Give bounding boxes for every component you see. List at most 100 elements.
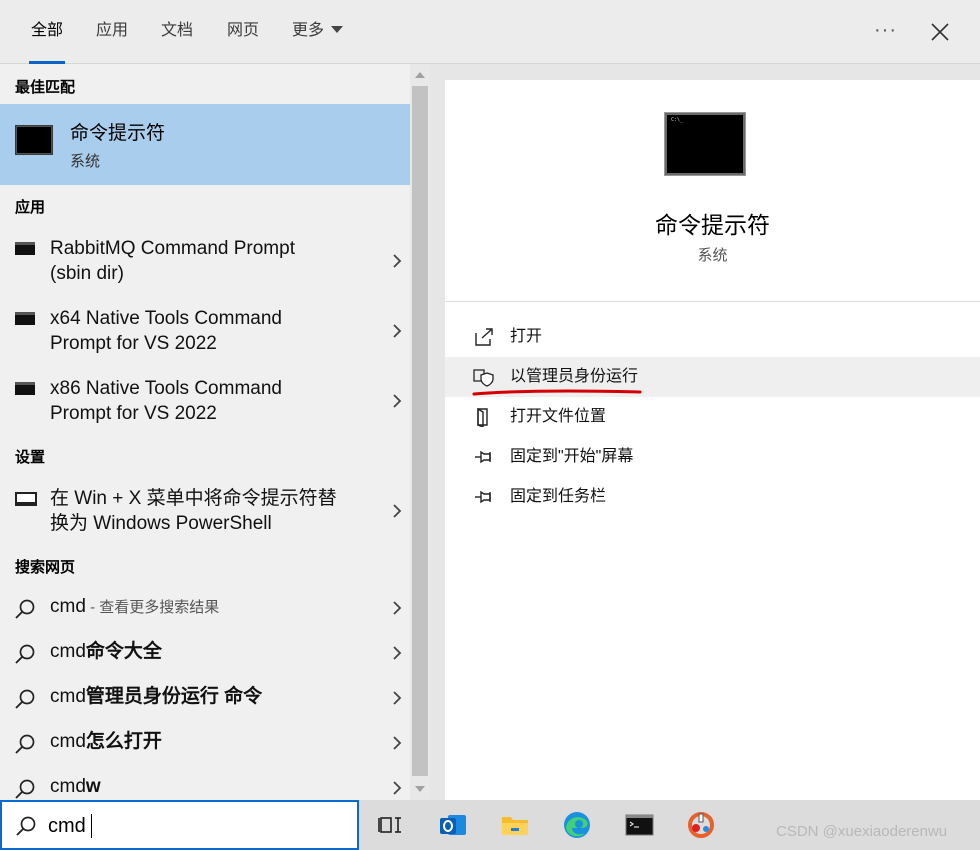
watermark-text: CSDN @xuexiaoderenwu	[776, 823, 948, 840]
chevron-right-icon[interactable]	[390, 322, 404, 340]
tab-web[interactable]: 网页	[227, 0, 259, 64]
action-open-file-location[interactable]: 打开文件位置	[445, 397, 980, 437]
close-icon[interactable]	[926, 18, 954, 46]
action-pin-to-taskbar[interactable]: 固定到任务栏	[445, 477, 980, 517]
app-item-label: x64 Native Tools Command Prompt for VS 2…	[50, 306, 350, 356]
web-result-text: cmd命令大全	[50, 639, 162, 665]
search-icon	[16, 816, 36, 836]
search-icon	[15, 599, 35, 619]
web-result-bold: 管理员身份运行 命令	[85, 686, 263, 707]
web-result-bold: w	[85, 776, 101, 797]
tab-all[interactable]: 全部	[28, 0, 66, 64]
scroll-up-icon[interactable]	[415, 72, 425, 78]
section-apps: 应用	[15, 199, 46, 216]
app-icon[interactable]	[684, 808, 718, 842]
results-scrollbar[interactable]	[410, 64, 430, 800]
settings-item-line1: 在 Win + X 菜单中将命令提示符替	[50, 488, 337, 509]
web-result-item[interactable]: cmd管理员身份运行 命令	[0, 676, 410, 720]
search-icon	[15, 779, 35, 799]
web-result-item[interactable]: cmdw	[0, 766, 410, 800]
web-result-prefix: cmd	[50, 641, 86, 662]
app-item-x64-native-tools[interactable]: x64 Native Tools Command Prompt for VS 2…	[0, 306, 410, 366]
section-settings: 设置	[15, 449, 46, 466]
app-item-line1: x64 Native Tools Command	[50, 308, 282, 329]
outlook-icon[interactable]	[436, 808, 470, 842]
terminal-icon[interactable]	[622, 808, 656, 842]
chevron-right-icon[interactable]	[390, 779, 404, 797]
file-location-icon	[477, 407, 488, 427]
chevron-right-icon[interactable]	[390, 599, 404, 617]
web-result-bold: 命令大全	[85, 641, 162, 662]
web-result-prefix: cmd	[50, 596, 86, 617]
web-result-item[interactable]: cmd - 查看更多搜索结果	[0, 586, 410, 630]
app-item-line1: x86 Native Tools Command	[50, 378, 282, 399]
web-result-prefix: cmd	[50, 731, 86, 752]
results-list: 最佳匹配 命令提示符 系统 应用 RabbitMQ Command Prompt…	[0, 64, 410, 800]
web-result-hint: - 查看更多搜索结果	[85, 599, 220, 616]
section-web-search: 搜索网页	[15, 559, 76, 576]
terminal-icon	[15, 312, 35, 325]
action-label: 固定到"开始"屏幕	[510, 448, 634, 465]
web-result-text: cmdw	[50, 774, 101, 800]
preview-card: 命令提示符 系统 打开 以管理员身份运行 打开文件位置 固定到"开始"屏幕 固定…	[445, 80, 980, 800]
terminal-icon	[665, 113, 745, 175]
action-label: 打开	[510, 328, 543, 345]
action-pin-to-start[interactable]: 固定到"开始"屏幕	[445, 437, 980, 477]
red-underline-annotation	[472, 389, 642, 396]
web-result-text: cmd - 查看更多搜索结果	[50, 594, 219, 621]
app-item-label: x86 Native Tools Command Prompt for VS 2…	[50, 376, 350, 426]
web-result-item[interactable]: cmd怎么打开	[0, 721, 410, 765]
pin-icon	[475, 490, 491, 504]
app-item-line2: Prompt for VS 2022	[50, 333, 217, 354]
action-label: 打开文件位置	[510, 408, 607, 425]
edge-icon[interactable]	[560, 808, 594, 842]
tab-documents[interactable]: 文档	[161, 0, 193, 64]
tab-apps[interactable]: 应用	[96, 0, 128, 64]
admin-shield-icon	[473, 369, 494, 387]
monitor-icon	[15, 492, 37, 506]
best-match-item[interactable]: 命令提示符 系统	[0, 104, 410, 185]
search-icon	[15, 689, 35, 709]
preview-pane: 命令提示符 系统 打开 以管理员身份运行 打开文件位置 固定到"开始"屏幕 固定…	[430, 64, 980, 800]
chevron-right-icon[interactable]	[390, 252, 404, 270]
more-options-button[interactable]: ···	[874, 18, 897, 42]
chevron-right-icon[interactable]	[390, 644, 404, 662]
app-item-rabbitmq[interactable]: RabbitMQ Command Prompt (sbin dir)	[0, 236, 410, 296]
caret-down-icon	[331, 26, 344, 33]
action-open[interactable]: 打开	[445, 317, 980, 357]
app-item-line1: RabbitMQ Command Prompt	[50, 238, 295, 259]
best-match-subtitle: 系统	[70, 153, 101, 170]
divider	[445, 301, 980, 302]
app-item-line2: (sbin dir)	[50, 263, 124, 284]
best-match-title: 命令提示符	[70, 123, 166, 144]
chevron-right-icon[interactable]	[390, 689, 404, 707]
app-item-x86-native-tools[interactable]: x86 Native Tools Command Prompt for VS 2…	[0, 376, 410, 436]
web-result-item[interactable]: cmd命令大全	[0, 631, 410, 675]
scrollbar-thumb[interactable]	[412, 86, 428, 776]
terminal-icon	[15, 242, 35, 255]
preview-subtitle: 系统	[697, 247, 728, 264]
chevron-right-icon[interactable]	[390, 392, 404, 410]
file-explorer-icon[interactable]	[498, 808, 532, 842]
settings-item-line2: 换为 Windows PowerShell	[50, 513, 272, 534]
preview-title: 命令提示符	[655, 212, 770, 238]
web-result-prefix: cmd	[50, 776, 86, 797]
pin-icon	[475, 450, 491, 464]
tab-more-label: 更多	[292, 22, 325, 39]
web-result-text: cmd怎么打开	[50, 729, 162, 755]
task-view-icon[interactable]	[373, 808, 407, 842]
tab-more[interactable]: 更多	[292, 0, 344, 64]
text-cursor	[91, 814, 92, 838]
settings-item-winx-menu[interactable]: 在 Win + X 菜单中将命令提示符替 换为 Windows PowerShe…	[0, 486, 410, 546]
scroll-down-icon[interactable]	[415, 786, 425, 792]
app-item-label: RabbitMQ Command Prompt (sbin dir)	[50, 236, 350, 286]
taskbar-search-box[interactable]	[0, 800, 359, 850]
search-icon	[15, 734, 35, 754]
chevron-right-icon[interactable]	[390, 734, 404, 752]
settings-item-label: 在 Win + X 菜单中将命令提示符替 换为 Windows PowerShe…	[50, 486, 370, 536]
web-result-prefix: cmd	[50, 686, 86, 707]
chevron-right-icon[interactable]	[390, 502, 404, 520]
terminal-icon	[15, 382, 35, 395]
action-label: 固定到任务栏	[510, 488, 607, 505]
web-result-text: cmd管理员身份运行 命令	[50, 684, 262, 710]
